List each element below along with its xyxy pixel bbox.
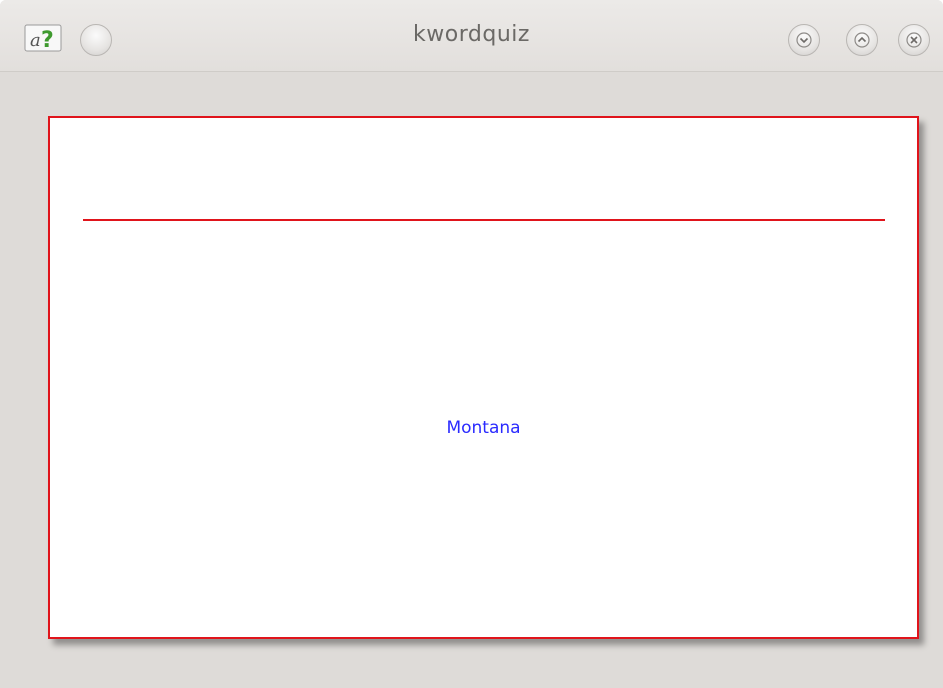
flashcard-answer: Montana — [446, 418, 521, 438]
kwordquiz-window: a ? kwordquiz Montana — [0, 0, 943, 688]
chevron-down-icon — [796, 32, 812, 48]
window-titlebar[interactable]: a ? kwordquiz — [0, 0, 943, 72]
flashcard-divider — [83, 219, 885, 221]
main-content: Montana — [8, 72, 935, 688]
close-button[interactable] — [898, 24, 930, 56]
maximize-button[interactable] — [846, 24, 878, 56]
close-icon — [906, 32, 922, 48]
flashcard[interactable]: Montana — [48, 116, 919, 639]
chevron-up-icon — [854, 32, 870, 48]
minimize-button[interactable] — [788, 24, 820, 56]
